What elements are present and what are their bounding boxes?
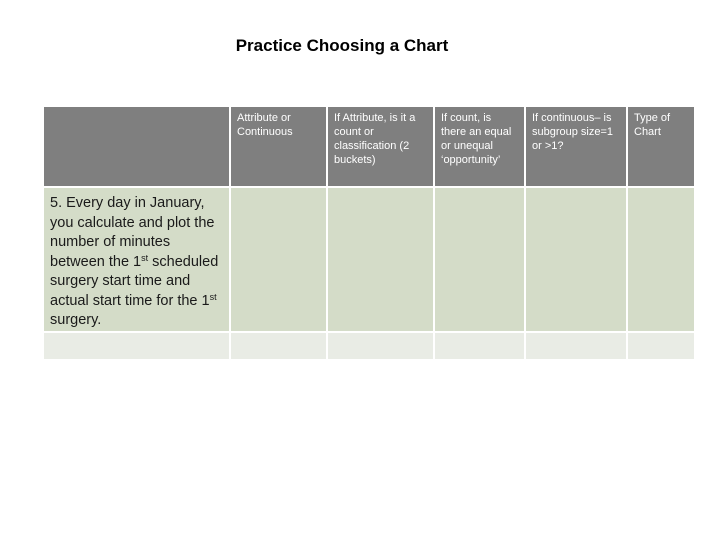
question-cell: [42, 330, 231, 361]
answer-cell-count-or-classification[interactable]: [326, 186, 435, 333]
header-equal-opportunity: If count, is there an equal or unequal ‘…: [433, 105, 526, 188]
question-text: 5. Every day in January, you calculate a…: [50, 195, 219, 328]
answer-cell-subgroup-size[interactable]: [524, 330, 628, 361]
page-title: Practice Choosing a Chart: [235, 36, 449, 55]
header-subgroup-size: If continuous– is subgroup size=1 or >1?: [524, 105, 628, 188]
answer-cell-attribute-or-continuous[interactable]: [229, 330, 328, 361]
answer-cell-subgroup-size[interactable]: [524, 186, 628, 333]
header-cell-blank: [42, 105, 231, 188]
answer-cell-count-or-classification[interactable]: [326, 330, 435, 361]
answer-cell-equal-opportunity[interactable]: [433, 186, 526, 333]
table-row: 5. Every day in January, you calculate a…: [42, 186, 696, 333]
header-count-or-classification: If Attribute, is it a count or classific…: [326, 105, 435, 188]
table-row: [42, 330, 696, 361]
chart-choice-table: Attribute or Continuous If Attribute, is…: [42, 105, 696, 361]
header-row: Attribute or Continuous If Attribute, is…: [42, 105, 696, 188]
header-type-of-chart: Type of Chart: [626, 105, 696, 188]
question-cell: 5. Every day in January, you calculate a…: [42, 186, 231, 333]
answer-cell-type-of-chart[interactable]: [626, 186, 696, 333]
answer-cell-type-of-chart[interactable]: [626, 330, 696, 361]
answer-cell-equal-opportunity[interactable]: [433, 330, 526, 361]
header-attribute-or-continuous: Attribute or Continuous: [229, 105, 328, 188]
answer-cell-attribute-or-continuous[interactable]: [229, 186, 328, 333]
